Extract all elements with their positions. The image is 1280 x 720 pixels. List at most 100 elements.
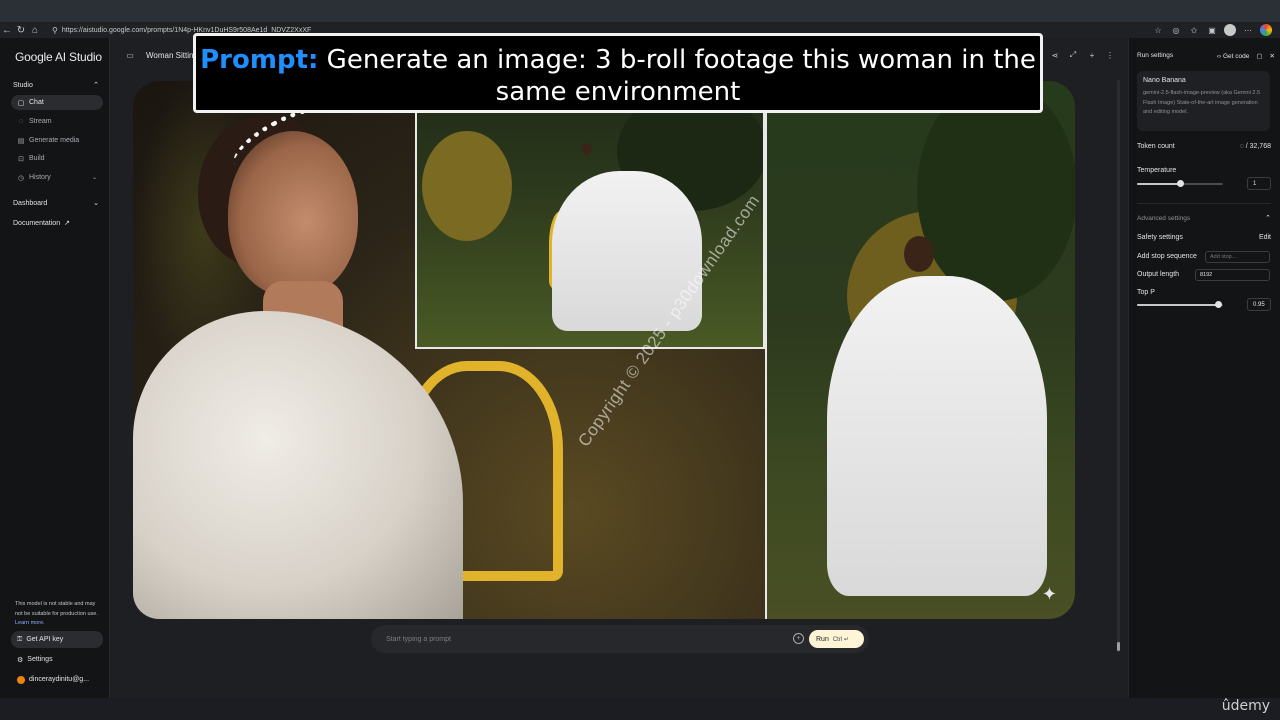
documentation-link[interactable]: Documentation ↗ [13, 219, 99, 228]
banner-label: Prompt: [200, 45, 319, 75]
wedding-dress-shape [827, 276, 1047, 596]
bookmark-star-icon[interactable]: ☆ [1152, 24, 1164, 36]
run-settings-header: Run settings ‹› Get code ▢ ✕ [1137, 52, 1275, 60]
run-settings-title: Run settings [1137, 52, 1174, 59]
generated-image-collage[interactable]: ✦ Copyright © 2025 - p30download.com [133, 81, 1075, 619]
reload-icon[interactable]: ↻ [14, 23, 28, 37]
settings-button[interactable]: ⚙ Settings [11, 651, 103, 668]
sidebar-item-label: History [29, 174, 51, 181]
sparkle-icon: ✦ [1041, 584, 1057, 604]
top-p-slider-knob[interactable] [1215, 301, 1223, 308]
udemy-logo: ûdemy [1221, 698, 1270, 714]
back-view-image: ✦ [765, 81, 1075, 619]
safety-edit-button[interactable]: Edit [1259, 234, 1271, 241]
get-api-key-button[interactable]: ⚿ Get API key [11, 631, 103, 648]
home-icon[interactable]: ⌂ [28, 23, 42, 37]
key-icon: ⚿ [17, 635, 23, 643]
menu-icon[interactable]: ⋯ [1242, 24, 1254, 36]
bride-head-shape [582, 143, 592, 155]
sidebar-item-label: Build [29, 155, 45, 162]
safety-settings-row: Safety settings Edit [1137, 234, 1271, 241]
back-icon[interactable]: ← [0, 23, 14, 37]
chat-icon: ▢ [17, 99, 25, 107]
dashboard-label: Dashboard [13, 199, 48, 207]
documentation-label: Documentation [13, 219, 61, 227]
browser-extensions: ☆ ◎ ✩ ▣ ⋯ [1152, 24, 1280, 36]
toggle-sidebar-icon[interactable]: ▭ [123, 48, 137, 62]
temperature-slider-knob[interactable] [1176, 180, 1184, 187]
advanced-settings-toggle[interactable]: Advanced settings ⌃ [1137, 214, 1271, 223]
temperature-input[interactable]: 1 [1247, 177, 1271, 190]
new-chat-icon[interactable]: + [1085, 48, 1099, 62]
media-icon: ▤ [17, 137, 25, 145]
output-length-input[interactable]: 8192 [1195, 269, 1270, 281]
top-strip [0, 0, 1280, 22]
sidebar-item-history[interactable]: ◷ History ⌄ [11, 170, 103, 185]
wide-shot-image [415, 81, 765, 349]
run-button[interactable]: Run Ctrl ↵ [809, 630, 864, 648]
divider [1137, 203, 1271, 204]
top-p-slider[interactable] [1137, 301, 1223, 308]
user-account[interactable]: dinceraydinitu@g... [11, 671, 103, 688]
model-description: gemini-2.5-flash-image-preview (aka Gemi… [1143, 90, 1261, 115]
model-notice: This model is not stable and may not be … [15, 600, 99, 629]
chevron-down-icon: ⌄ [93, 200, 99, 207]
notice-text: This model is not stable and may not be … [15, 601, 98, 617]
run-settings-panel: Run settings ‹› Get code ▢ ✕ Nano Banana… [1128, 38, 1280, 698]
token-count-value: / 32,768 [1245, 143, 1271, 150]
api-key-label: Get API key [26, 636, 64, 643]
safety-settings-label: Safety settings [1137, 234, 1183, 241]
token-count-label: Token count [1137, 143, 1175, 150]
compare-icon[interactable]: ⤢ [1066, 48, 1080, 62]
sidebar-item-label: Stream [29, 118, 52, 125]
advanced-settings-label: Advanced settings [1137, 214, 1191, 222]
sidebar-item-generate-media[interactable]: ▤ Generate media [11, 133, 103, 148]
left-sidebar: Google AI Studio Studio ⌃ ▢ Chat ◌ Strea… [0, 38, 110, 698]
top-p-row: Top P [1137, 289, 1271, 296]
more-options-icon[interactable]: ⋮ [1103, 48, 1117, 62]
user-email: dinceraydinitu@g... [29, 676, 90, 683]
output-length-label: Output length [1137, 271, 1180, 278]
token-count-row: Token count ◌ / 32,768 [1137, 143, 1271, 150]
favorites-icon[interactable]: ✩ [1188, 24, 1200, 36]
close-icon[interactable]: ✕ [1270, 52, 1275, 60]
video-bottom-bar [0, 698, 1280, 720]
top-p-slider-fill [1137, 304, 1219, 306]
dashboard-section[interactable]: Dashboard ⌄ [13, 199, 99, 208]
profile-avatar[interactable] [1224, 24, 1236, 36]
learn-more-link[interactable]: Learn more. [15, 620, 45, 626]
collections-icon[interactable]: ▣ [1206, 24, 1218, 36]
scrollbar-thumb[interactable] [1117, 642, 1120, 651]
studio-section[interactable]: Studio ⌃ [13, 81, 99, 90]
run-label: Run [816, 635, 829, 643]
sidebar-item-stream[interactable]: ◌ Stream [11, 114, 103, 129]
get-code-button[interactable]: ‹› Get code [1217, 53, 1250, 60]
prompt-placeholder: Start typing a prompt [386, 635, 451, 643]
app-logo[interactable]: Google AI Studio [15, 50, 102, 64]
model-selector[interactable]: Nano Banana gemini-2.5-flash-image-previ… [1137, 71, 1270, 131]
sidebar-item-label: Generate media [29, 137, 80, 144]
studio-label: Studio [13, 81, 33, 89]
run-shortcut: Ctrl ↵ [832, 636, 849, 643]
copilot-icon[interactable] [1260, 24, 1272, 36]
top-p-label: Top P [1137, 289, 1155, 296]
add-media-icon[interactable]: + [793, 633, 804, 644]
scrollbar-track[interactable] [1117, 80, 1120, 652]
sidebar-item-chat[interactable]: ▢ Chat [11, 95, 103, 110]
feedback-icon[interactable]: ▢ [1256, 52, 1262, 60]
banner-text: Generate an image: 3 b-roll footage this… [326, 45, 1036, 107]
temperature-label: Temperature [1137, 167, 1177, 174]
site-info-icon[interactable]: ⚲ [52, 26, 58, 35]
share-icon[interactable]: ⋖ [1048, 48, 1062, 62]
sidebar-item-build[interactable]: ⊡ Build [11, 151, 103, 166]
temperature-slider[interactable] [1137, 180, 1223, 187]
chevron-down-icon: ⌄ [91, 175, 97, 181]
prompt-title[interactable]: Woman Sittin [146, 51, 193, 60]
prompt-banner: Prompt: Generate an image: 3 b-roll foot… [193, 33, 1043, 113]
stream-icon: ◌ [18, 118, 24, 125]
stop-sequence-label: Add stop sequence [1137, 253, 1197, 260]
top-p-input[interactable]: 0.95 [1247, 298, 1271, 311]
extension-icon[interactable]: ◎ [1170, 24, 1182, 36]
stop-sequence-input[interactable]: Add stop... [1205, 251, 1270, 263]
bride-head-shape [904, 236, 934, 272]
